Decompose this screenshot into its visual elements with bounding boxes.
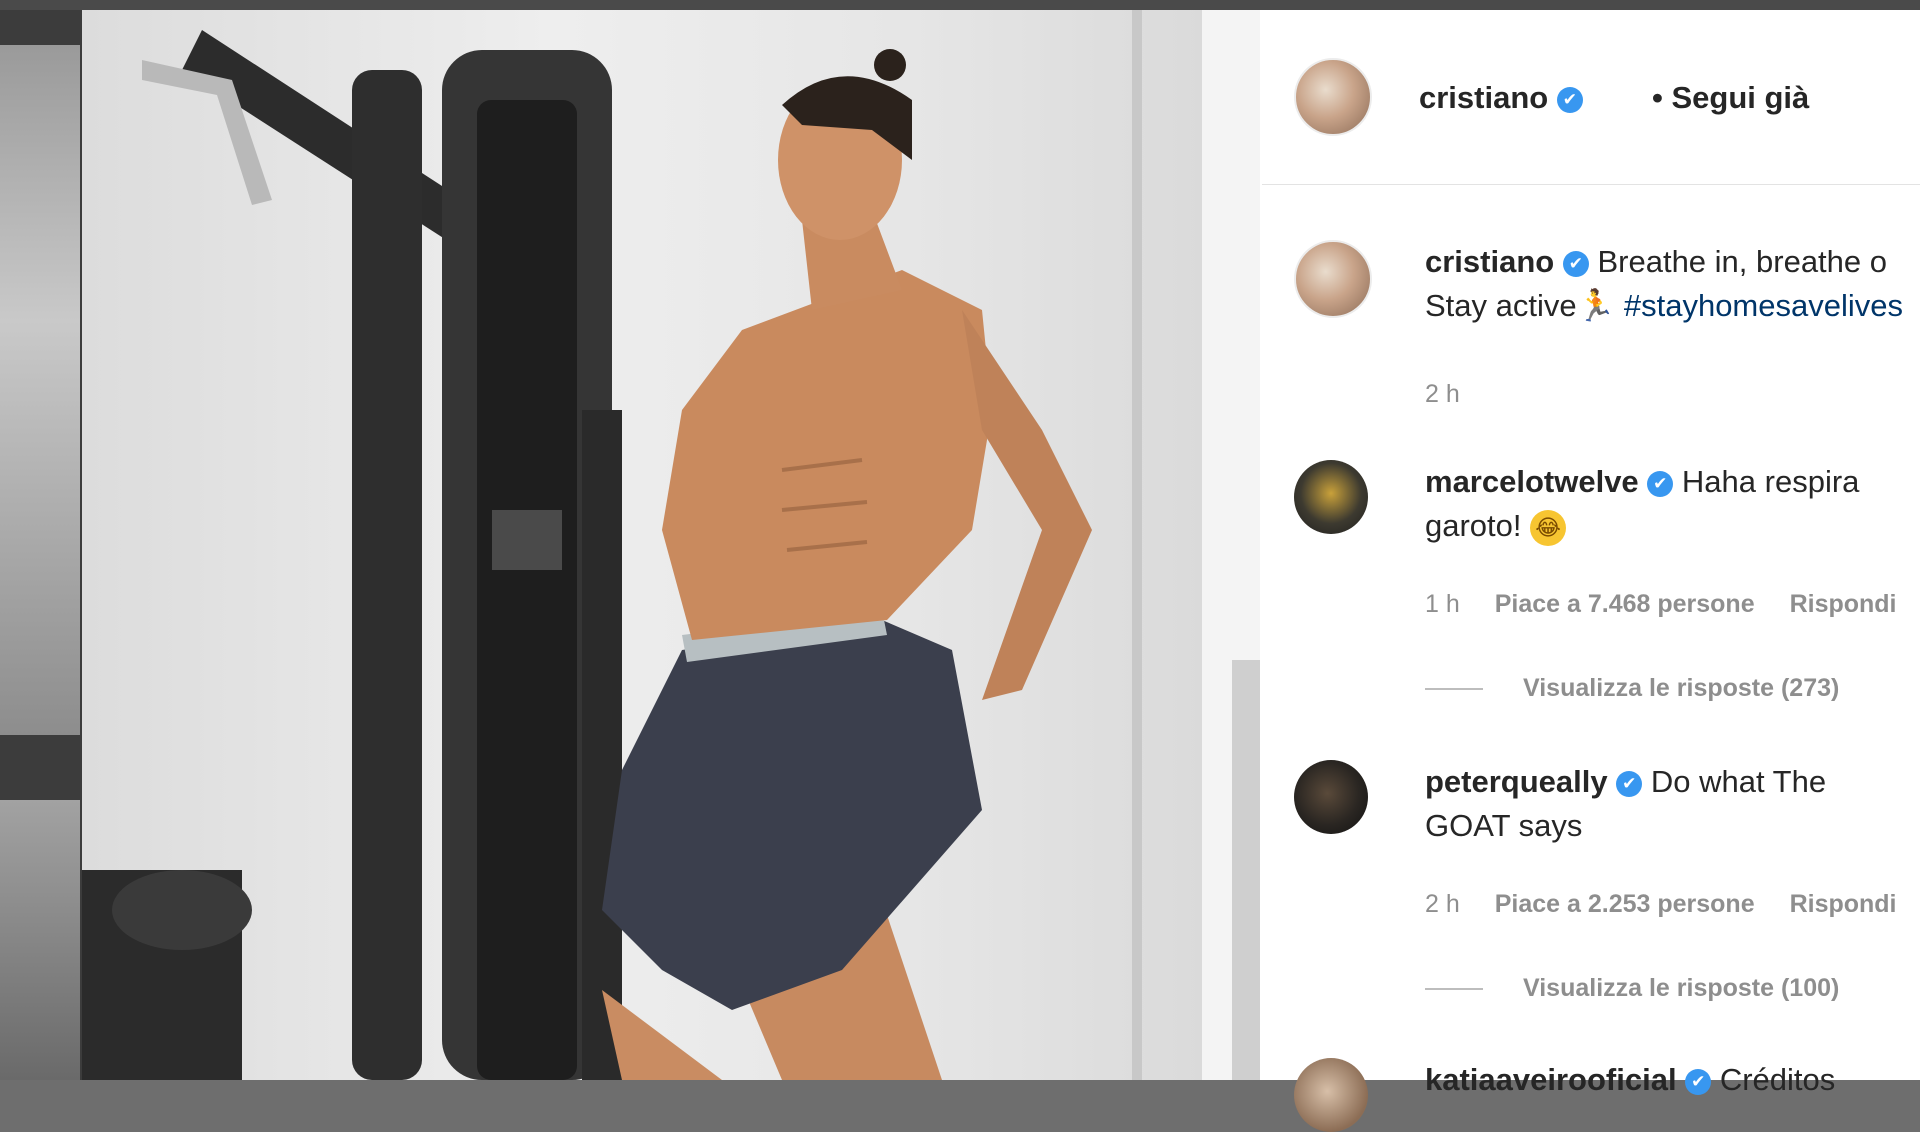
comment-text: peterqueally ✔ Do what The GOAT says — [1425, 760, 1920, 848]
reply-button[interactable]: Rispondi — [1790, 590, 1897, 618]
reply-button[interactable]: Rispondi — [1790, 890, 1897, 918]
comment-line1: Haha respira — [1681, 464, 1860, 499]
laughing-emoji-icon: 😂 — [1530, 509, 1567, 546]
comment-meta: 2 h Piace a 2.253 persone Rispondi — [1425, 890, 1920, 919]
comment-username[interactable]: marcelotwelve — [1425, 464, 1639, 499]
comment-time[interactable]: 1 h — [1425, 590, 1460, 618]
verified-badge-icon: ✔ — [1556, 86, 1583, 113]
comment-avatar[interactable] — [1294, 1058, 1368, 1132]
window-top-strip — [0, 0, 1920, 10]
view-replies-button[interactable]: Visualizza le risposte (100) — [1425, 974, 1839, 1003]
comment-time[interactable]: 2 h — [1425, 890, 1460, 918]
caption-line1: Breathe in, breathe o — [1597, 244, 1888, 279]
caption-line2: Stay active — [1425, 288, 1577, 323]
verified-badge-icon: ✔ — [1562, 250, 1589, 277]
comment-text: katiaaveirooficial ✔ Créditos — [1425, 1058, 1920, 1102]
comment-likes[interactable]: Piace a 2.253 persone — [1495, 890, 1755, 918]
background-feed-left — [0, 10, 82, 1080]
caption-author-avatar[interactable] — [1294, 240, 1372, 318]
comment-line2: GOAT says — [1425, 808, 1583, 843]
caption-text: cristiano ✔ Breathe in, breathe o Stay a… — [1425, 240, 1920, 328]
replies-divider — [1425, 988, 1483, 991]
follow-status[interactable]: • Segui già — [1652, 80, 1809, 116]
comment-likes[interactable]: Piace a 7.468 persone — [1495, 590, 1755, 618]
verified-badge-icon: ✔ — [1616, 770, 1643, 797]
view-replies-button[interactable]: Visualizza le risposte (273) — [1425, 674, 1839, 703]
background-image-previous[interactable] — [0, 45, 80, 735]
background-image-lower[interactable] — [0, 800, 80, 1080]
verified-badge-icon: ✔ — [1647, 470, 1674, 497]
author-avatar[interactable] — [1294, 58, 1372, 136]
post-photo[interactable] — [82, 10, 1260, 1080]
post-modal: cristiano ✔ • Segui già cristiano ✔ Brea… — [82, 10, 1920, 1132]
caption-username[interactable]: cristiano — [1425, 244, 1554, 279]
replies-divider — [1425, 688, 1483, 691]
caption-meta: 2 h — [1425, 380, 1488, 409]
post-header: cristiano ✔ • Segui già — [1262, 10, 1920, 185]
comment-text: marcelotwelve ✔ Haha respira garoto! 😂 — [1425, 460, 1920, 548]
post-side-panel: cristiano ✔ • Segui già cristiano ✔ Brea… — [1262, 10, 1920, 1132]
comment-meta: 1 h Piace a 7.468 persone Rispondi — [1425, 590, 1920, 619]
comment-line2: garoto! — [1425, 508, 1522, 543]
caption-time[interactable]: 2 h — [1425, 380, 1460, 408]
hashtag-link[interactable]: #stayhomesavelives — [1624, 288, 1903, 323]
verified-badge-icon: ✔ — [1685, 1068, 1712, 1095]
comment-username[interactable]: peterqueally — [1425, 764, 1608, 799]
comment-line1: Do what The — [1650, 764, 1827, 799]
runner-icon: 🏃 — [1576, 288, 1616, 323]
post-photo-illustration — [82, 10, 1260, 1080]
comment-avatar[interactable] — [1294, 460, 1368, 534]
comment-avatar[interactable] — [1294, 760, 1368, 834]
author-username-header[interactable]: cristiano ✔ — [1419, 80, 1583, 116]
